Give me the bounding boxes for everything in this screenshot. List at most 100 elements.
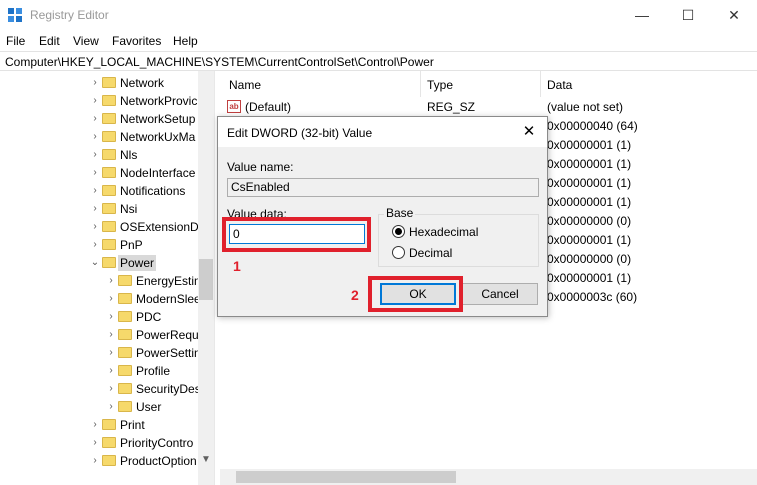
tree-item-label: User xyxy=(136,400,162,414)
value-data-cell: 0x00000001 (1) xyxy=(547,138,632,152)
tree-item[interactable]: › Network xyxy=(90,74,198,92)
tree-scroll-thumb[interactable] xyxy=(199,259,213,300)
step-2-marker: 2 xyxy=(351,287,359,303)
tree-item-label: Nls xyxy=(120,148,138,162)
close-button[interactable]: ✕ xyxy=(711,0,757,31)
chevron-right-icon[interactable]: › xyxy=(106,311,116,323)
tree-item-label: NetworkSetup xyxy=(120,112,196,126)
maximize-button[interactable]: ☐ xyxy=(665,0,711,31)
hexadecimal-radio[interactable] xyxy=(392,225,405,238)
chevron-right-icon[interactable]: › xyxy=(90,185,100,197)
cancel-button[interactable]: Cancel xyxy=(462,283,538,305)
tree-item[interactable]: › NetworkSetup xyxy=(90,110,198,128)
tree-item-label: NetworkProvic xyxy=(120,94,198,108)
chevron-right-icon[interactable]: › xyxy=(90,221,100,233)
value-data-cell: 0x0000003c (60) xyxy=(547,290,638,304)
tree-item[interactable]: › Print xyxy=(90,416,198,434)
folder-icon xyxy=(102,221,116,232)
tree-item[interactable]: › NetworkProvic xyxy=(90,92,198,110)
folder-icon xyxy=(102,167,116,178)
list-item[interactable]: ab (Default) REG_SZ (value not set) xyxy=(220,98,757,116)
hexadecimal-radio-label[interactable]: Hexadecimal xyxy=(409,225,478,239)
tree-item-label: PowerSettin xyxy=(136,346,201,360)
value-name-cell: (Default) xyxy=(245,100,292,114)
chevron-right-icon[interactable]: › xyxy=(106,347,116,359)
list-scroll-thumb[interactable] xyxy=(236,471,456,483)
tree-item[interactable]: › PowerRequ xyxy=(106,326,198,344)
tree-item-label: NetworkUxMa xyxy=(120,130,196,144)
tree-item[interactable]: › PnP xyxy=(90,236,198,254)
tree-item[interactable]: › Nsi xyxy=(90,200,198,218)
tree-item[interactable]: › User xyxy=(106,398,198,416)
tree-item[interactable]: › NodeInterface xyxy=(90,164,198,182)
tree-item-label: Network xyxy=(120,76,165,90)
menu-edit[interactable]: Edit xyxy=(39,34,60,48)
chevron-right-icon[interactable]: › xyxy=(90,95,100,107)
chevron-right-icon[interactable]: › xyxy=(90,203,100,215)
menu-favorites[interactable]: Favorites xyxy=(112,34,161,48)
column-type[interactable]: Type xyxy=(427,78,453,92)
tree-item-label: OSExtensionDa xyxy=(120,220,206,234)
tree-item[interactable]: › PriorityContro xyxy=(90,434,198,452)
chevron-right-icon[interactable]: › xyxy=(90,437,100,449)
chevron-right-icon[interactable]: › xyxy=(90,239,100,251)
value-name-field: CsEnabled xyxy=(227,178,539,197)
minimize-button[interactable]: — xyxy=(619,0,665,31)
tree-item[interactable]: ⌄ Power xyxy=(90,254,198,272)
chevron-down-icon[interactable]: ⌄ xyxy=(90,257,100,269)
string-value-icon: ab xyxy=(227,100,241,113)
column-data[interactable]: Data xyxy=(547,78,572,92)
tree-item[interactable]: › PDC xyxy=(106,308,198,326)
chevron-right-icon[interactable]: › xyxy=(106,275,116,287)
chevron-right-icon[interactable]: › xyxy=(90,77,100,89)
tree-item-label: PriorityContro xyxy=(120,436,194,450)
chevron-right-icon[interactable]: › xyxy=(106,293,116,305)
value-data-cell: 0x00000001 (1) xyxy=(547,157,632,171)
tree-item[interactable]: › Profile xyxy=(106,362,198,380)
folder-icon xyxy=(102,203,116,214)
menu-bar: File Edit View Favorites Help xyxy=(0,31,757,51)
chevron-down-icon[interactable]: ▼ xyxy=(198,452,214,468)
tree-item[interactable]: › OSExtensionDa xyxy=(90,218,205,236)
menu-help[interactable]: Help xyxy=(173,34,198,48)
chevron-right-icon[interactable]: › xyxy=(90,149,100,161)
chevron-right-icon[interactable]: › xyxy=(90,113,100,125)
tree-item[interactable]: › Nls xyxy=(90,146,198,164)
chevron-right-icon[interactable]: › xyxy=(90,419,100,431)
tree-item-label: NodeInterface xyxy=(120,166,196,180)
folder-icon xyxy=(102,77,116,88)
folder-icon xyxy=(102,113,116,124)
tree-scrollbar[interactable]: ▼ xyxy=(198,71,214,485)
tree-item[interactable]: › ProductOption xyxy=(90,452,198,470)
value-data-cell: 0x00000000 (0) xyxy=(547,214,632,228)
tree-item[interactable]: › NetworkUxMa xyxy=(90,128,198,146)
menu-view[interactable]: View xyxy=(73,34,99,48)
address-bar[interactable]: Computer\HKEY_LOCAL_MACHINE\SYSTEM\Curre… xyxy=(0,51,757,71)
menu-file[interactable]: File xyxy=(6,34,25,48)
tree-item[interactable]: › ModernSlee xyxy=(106,290,200,308)
value-data-cell: 0x00000040 (64) xyxy=(547,119,638,133)
chevron-right-icon[interactable]: › xyxy=(106,401,116,413)
folder-icon xyxy=(118,311,132,322)
chevron-right-icon[interactable]: › xyxy=(106,329,116,341)
column-name[interactable]: Name xyxy=(229,78,261,92)
close-icon[interactable]: ✕ xyxy=(517,120,541,144)
chevron-right-icon[interactable]: › xyxy=(90,167,100,179)
tree-item[interactable]: › Notifications xyxy=(90,182,198,200)
folder-icon xyxy=(118,383,132,394)
decimal-radio-label[interactable]: Decimal xyxy=(409,246,452,260)
column-divider[interactable] xyxy=(540,71,541,97)
value-data-cell: 0x00000001 (1) xyxy=(547,271,632,285)
decimal-radio[interactable] xyxy=(392,246,405,259)
column-divider[interactable] xyxy=(420,71,421,97)
tree-item[interactable]: › SecurityDes xyxy=(106,380,200,398)
list-horizontal-scrollbar[interactable] xyxy=(220,469,757,485)
chevron-right-icon[interactable]: › xyxy=(90,131,100,143)
tree-item[interactable]: › EnergyEstim xyxy=(106,272,204,290)
chevron-right-icon[interactable]: › xyxy=(106,365,116,377)
folder-icon xyxy=(102,131,116,142)
tree-item[interactable]: › PowerSettin xyxy=(106,344,200,362)
chevron-right-icon[interactable]: › xyxy=(106,383,116,395)
chevron-right-icon[interactable]: › xyxy=(90,455,100,467)
folder-icon xyxy=(102,437,116,448)
